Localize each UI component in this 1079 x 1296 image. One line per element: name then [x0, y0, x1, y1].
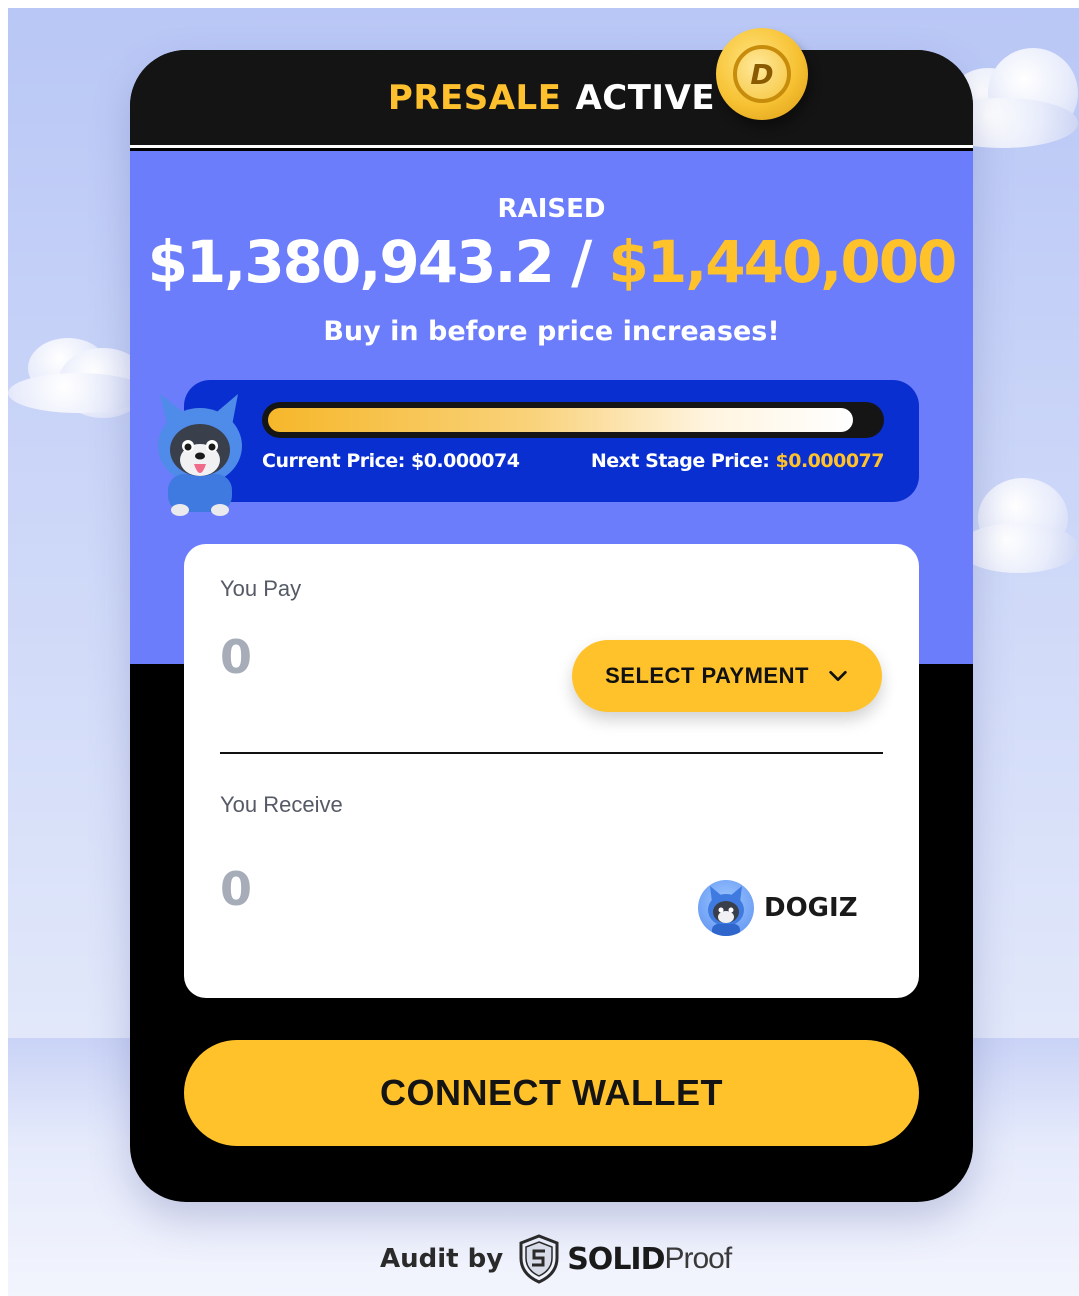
progress-panel: Current Price: $0.000074 Next Stage Pric… [184, 380, 919, 502]
price-row: Current Price: $0.000074 Next Stage Pric… [262, 450, 885, 472]
form-divider [220, 752, 883, 754]
presale-header: PRESALE ACTIVE [130, 50, 973, 148]
raised-label: RAISED [497, 194, 606, 224]
progress-fill [268, 408, 853, 432]
audit-brand-bold: SOLID [567, 1241, 665, 1277]
next-price-label: Next Stage Price: [590, 450, 770, 472]
token-display: DOGIZ [698, 880, 858, 936]
raised-current: $1,380,943.2 [147, 228, 555, 296]
raised-goal: $1,440,000 [608, 228, 957, 296]
coin-letter: D [733, 45, 791, 103]
dogiz-coin-icon: D [716, 28, 808, 120]
you-receive-label: You Receive [220, 792, 343, 817]
audit-badge[interactable]: Audit by SOLID Proof [380, 1232, 733, 1286]
header-title-presale: PRESALE [387, 77, 562, 118]
raised-amount: $1,380,943.2 / $1,440,000 [130, 228, 973, 296]
buy-note: Buy in before price increases! [323, 316, 780, 347]
presale-card: PRESALE ACTIVE RAISED $1,380,943.2 / $1,… [130, 50, 973, 1202]
dogiz-token-icon [698, 880, 754, 936]
audit-prefix: Audit by [380, 1244, 504, 1274]
audit-brand-light: Proof [664, 1242, 733, 1275]
select-payment-button[interactable]: SELECT PAYMENT [572, 640, 882, 712]
current-price: Current Price: $0.000074 [262, 450, 520, 472]
chevron-down-icon [829, 670, 847, 682]
dog-mascot-icon [150, 386, 250, 520]
you-pay-label: You Pay [220, 576, 302, 601]
header-title-active: ACTIVE [575, 77, 716, 118]
select-payment-label: SELECT PAYMENT [605, 663, 809, 688]
next-stage-price: Next Stage Price: $0.000077 [590, 450, 885, 472]
next-price-value: $0.000077 [775, 450, 885, 472]
receive-amount-value: 0 [220, 862, 253, 916]
token-name: DOGIZ [764, 893, 858, 923]
connect-wallet-button[interactable]: CONNECT WALLET [184, 1040, 919, 1146]
solidproof-shield-icon [519, 1234, 559, 1284]
swap-form: You Pay 0 SELECT PAYMENT You Receive 0 D… [184, 544, 919, 998]
raised-separator: / [571, 228, 592, 296]
progress-track [262, 402, 884, 438]
pay-amount-input[interactable]: 0 [220, 630, 252, 684]
cloud-right [958, 468, 1079, 578]
